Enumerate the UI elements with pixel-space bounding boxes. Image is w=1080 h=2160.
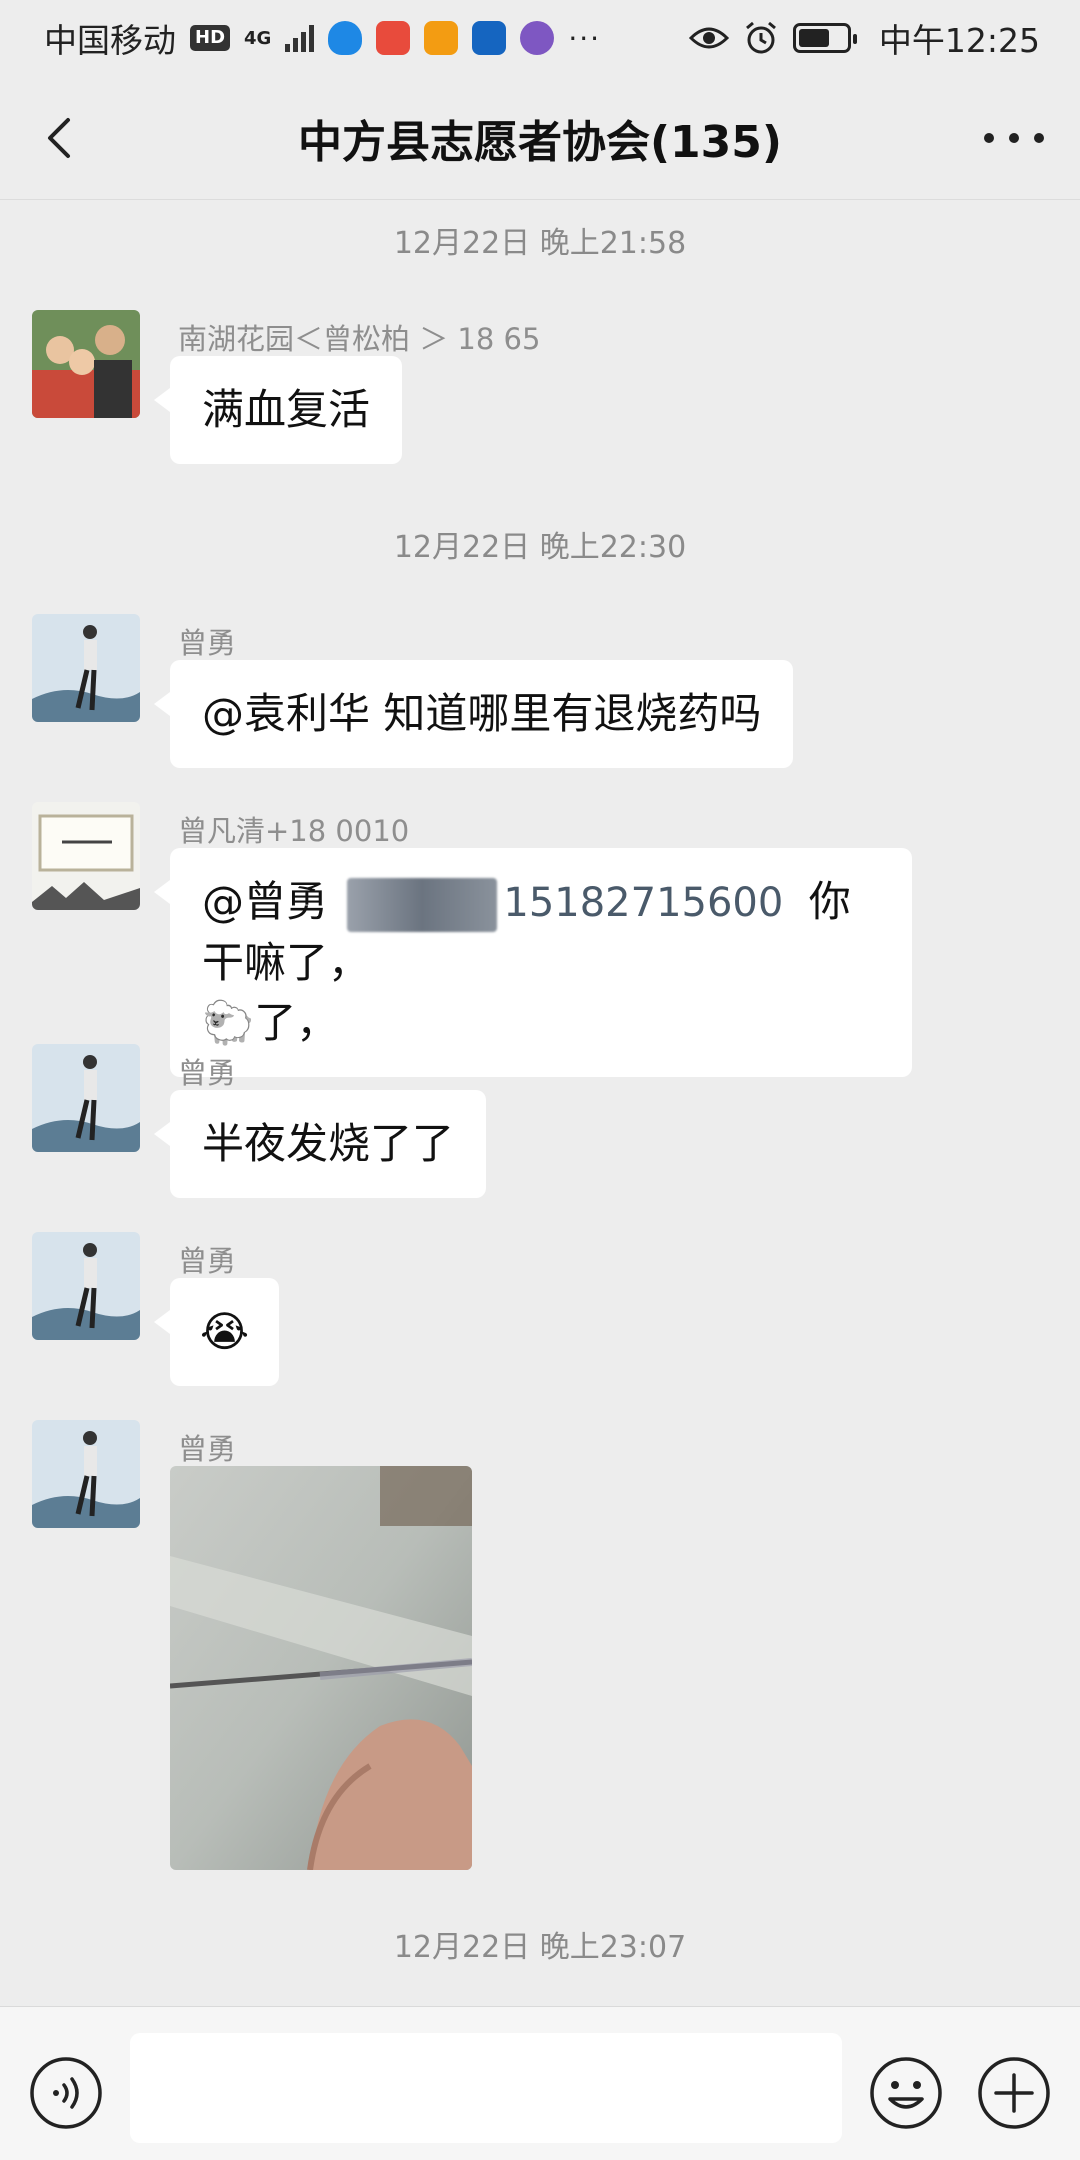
sender-name: 曾勇 <box>178 626 237 660</box>
clock-label: 中午12:25 <box>878 21 1040 60</box>
carrier-label: 中国移动 <box>44 21 176 60</box>
avatar[interactable] <box>32 802 140 910</box>
more-notifications: ··· <box>568 21 602 55</box>
network-label: 4G <box>244 27 272 49</box>
voice-input-icon[interactable] <box>28 2055 104 2131</box>
avatar[interactable] <box>32 1232 140 1340</box>
message-bubble[interactable]: @曾勇 15182715600 你干嘛了， 🐑了， <box>154 848 912 1077</box>
timestamp: 12月22日 晚上22:30 <box>393 530 687 565</box>
alarm-icon <box>745 21 776 54</box>
plus-icon[interactable] <box>976 2055 1052 2131</box>
eye-icon <box>688 27 729 49</box>
status-bar: 中国移动 HD 4G ··· 中午12:25 <box>0 0 1080 76</box>
chat-header: 中方县志愿者协会(135) <box>0 76 1080 200</box>
bulb-app-icon <box>472 21 507 55</box>
emoji-bubble[interactable]: 😭 <box>153 1278 280 1386</box>
avatar[interactable] <box>32 614 140 722</box>
blurred-number <box>347 877 498 932</box>
hd-badge: HD <box>190 25 231 51</box>
avatar[interactable] <box>32 1044 140 1152</box>
thermometer-photo[interactable] <box>170 1466 472 1870</box>
input-bar <box>0 2006 1080 2160</box>
sender-name: 曾勇 <box>178 1244 237 1278</box>
sender-name: 曾勇 <box>178 1056 237 1090</box>
message-bubble[interactable]: @袁利华 知道哪里有退烧药吗 <box>153 660 794 768</box>
avatar[interactable] <box>32 1420 140 1528</box>
sheep-emoji-icon: 🐑 <box>202 998 255 1047</box>
shield-app-icon <box>328 21 363 55</box>
status-right: 中午12:25 <box>688 14 1040 62</box>
chat-title: 中方县志愿者协会(135) <box>297 116 783 168</box>
signal-icon <box>285 24 315 52</box>
timestamp: 12月22日 晚上21:58 <box>393 226 687 261</box>
message-text: 了， <box>254 998 339 1047</box>
message-input[interactable] <box>130 2033 842 2143</box>
music-app-icon <box>520 21 555 55</box>
emoji-icon[interactable] <box>868 2055 944 2131</box>
battery-icon <box>792 23 857 53</box>
crying-emoji-icon: 😭 <box>200 1307 250 1356</box>
message-bubble[interactable]: 半夜发烧了了 <box>153 1090 487 1198</box>
status-left: 中国移动 HD 4G ··· <box>44 14 601 62</box>
sender-name: 南湖花园＜曾松柏 ＞ 18 65 <box>178 322 541 356</box>
back-icon[interactable] <box>34 110 90 166</box>
message-bubble[interactable]: 满血复活 <box>153 356 403 464</box>
more-options-icon[interactable] <box>984 114 1044 162</box>
sender-name: 曾凡清+18 0010 <box>178 814 410 848</box>
video-app-icon <box>424 21 459 55</box>
chat-area[interactable]: 12月22日 晚上21:58 南湖花园＜曾松柏 ＞ 18 65 满血复活 12月… <box>0 200 1080 2006</box>
avatar[interactable] <box>32 310 140 418</box>
sender-name: 曾勇 <box>178 1432 237 1466</box>
huawei-app-icon <box>376 21 411 55</box>
timestamp: 12月22日 晚上23:07 <box>393 1930 687 1965</box>
mention-text: @曾勇 <box>202 877 329 926</box>
partial-number: 15182715600 <box>503 880 784 926</box>
